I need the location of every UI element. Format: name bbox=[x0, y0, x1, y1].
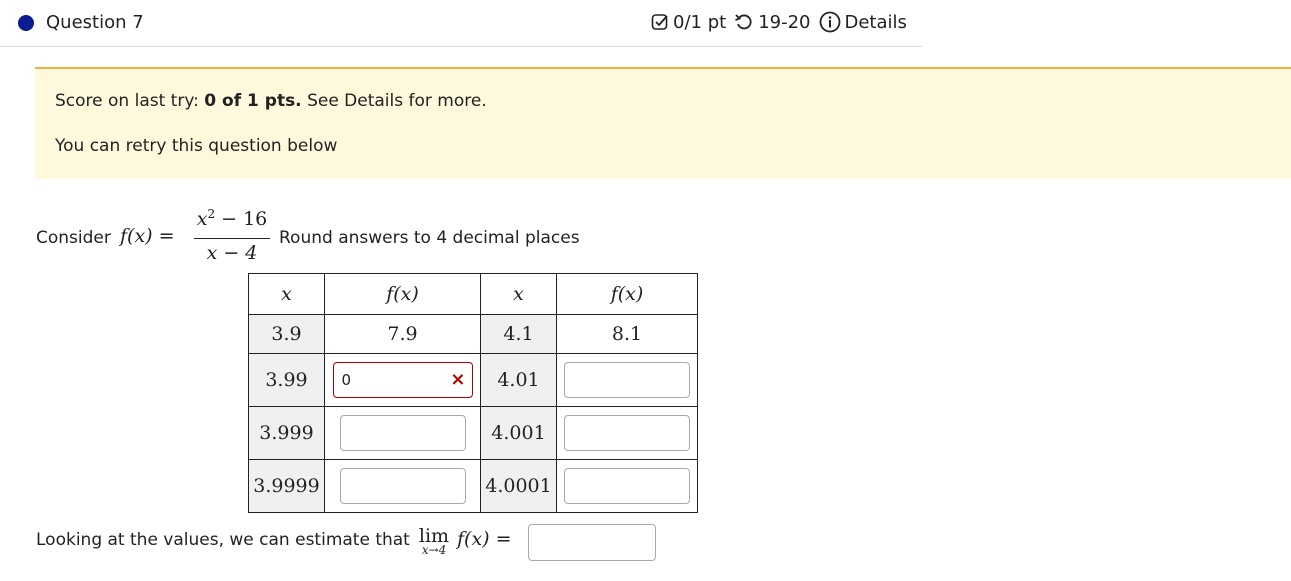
fx-answer-cell bbox=[556, 353, 698, 407]
score-value: 0 of 1 pts. bbox=[204, 91, 302, 111]
limit-answer-input[interactable] bbox=[528, 524, 656, 561]
info-icon[interactable] bbox=[819, 11, 841, 33]
score-banner: Score on last try: 0 of 1 pts. See Detai… bbox=[35, 67, 1291, 179]
fx-answer-input[interactable] bbox=[564, 415, 690, 451]
retry-icon bbox=[734, 13, 754, 31]
rounding-note: Round answers to 4 decimal places bbox=[279, 228, 580, 248]
points-text: 0/1 pt bbox=[673, 11, 727, 33]
x-value-cell: 3.9999 bbox=[248, 459, 325, 513]
column-header: f(x) bbox=[556, 273, 698, 315]
question-title: Question 7 bbox=[46, 12, 144, 33]
score-suffix: See Details for more. bbox=[307, 91, 487, 111]
table-row: 3.9 7.9 4.1 8.1 bbox=[248, 314, 698, 354]
fx-value-cell: 7.9 bbox=[324, 314, 481, 354]
answer-value: 0 bbox=[341, 371, 352, 389]
fx-answer-input[interactable] bbox=[339, 415, 466, 451]
fx-value-cell: 8.1 bbox=[556, 314, 698, 354]
x-value-cell: 3.999 bbox=[248, 406, 325, 460]
limit-operator: lim x→4 bbox=[416, 525, 452, 557]
x-value-cell: 4.01 bbox=[480, 353, 557, 407]
table-row: 3.999 4.001 bbox=[248, 406, 698, 460]
limit-expression: f(x) = bbox=[457, 528, 512, 550]
column-header: f(x) bbox=[324, 273, 481, 315]
fraction-numerator: x2 − 16 bbox=[196, 207, 268, 230]
column-header: x bbox=[480, 273, 557, 315]
question-header: Question 7 0/1 pt 19-20 Details bbox=[0, 0, 922, 47]
fx-answer-input[interactable]: 0 × bbox=[332, 362, 473, 398]
fx-answer-input[interactable] bbox=[564, 468, 690, 504]
x-value-cell: 4.1 bbox=[480, 314, 557, 354]
table-header-row: x f(x) x f(x) bbox=[248, 273, 698, 315]
function-lhs: f(x) = bbox=[120, 225, 175, 247]
x-value-cell: 3.99 bbox=[248, 353, 325, 407]
fx-answer-cell bbox=[556, 459, 698, 513]
retry-text: You can retry this question below bbox=[55, 136, 338, 156]
fx-answer-cell bbox=[556, 406, 698, 460]
fx-answer-input[interactable] bbox=[339, 468, 466, 504]
status-dot-icon bbox=[18, 15, 34, 31]
question-meta: 0/1 pt 19-20 Details bbox=[651, 11, 907, 33]
fraction-denominator: x − 4 bbox=[206, 242, 258, 264]
column-header: x bbox=[248, 273, 325, 315]
score-prefix: Score on last try: bbox=[55, 91, 199, 111]
x-value-cell: 3.9 bbox=[248, 314, 325, 354]
attempts-text: 19-20 bbox=[758, 11, 811, 33]
score-line: Score on last try: 0 of 1 pts. See Detai… bbox=[55, 91, 487, 111]
limit-prompt-text: Looking at the values, we can estimate t… bbox=[36, 530, 410, 550]
checkbox-score-icon bbox=[651, 13, 669, 31]
fx-answer-input[interactable] bbox=[564, 362, 690, 398]
fx-answer-cell: 0 × bbox=[324, 353, 481, 407]
details-link[interactable]: Details bbox=[845, 12, 907, 33]
consider-label: Consider bbox=[36, 228, 111, 248]
table-row: 3.99 0 × 4.01 bbox=[248, 353, 698, 407]
incorrect-icon: × bbox=[450, 369, 466, 390]
fx-answer-cell bbox=[324, 459, 481, 513]
x-value-cell: 4.001 bbox=[480, 406, 557, 460]
fraction-bar bbox=[194, 238, 270, 239]
x-value-cell: 4.0001 bbox=[480, 459, 557, 513]
fx-answer-cell bbox=[324, 406, 481, 460]
table-row: 3.9999 4.0001 bbox=[248, 459, 698, 513]
values-table: x f(x) x f(x) 3.9 7.9 4.1 8.1 3.99 0 × 4… bbox=[248, 273, 698, 513]
